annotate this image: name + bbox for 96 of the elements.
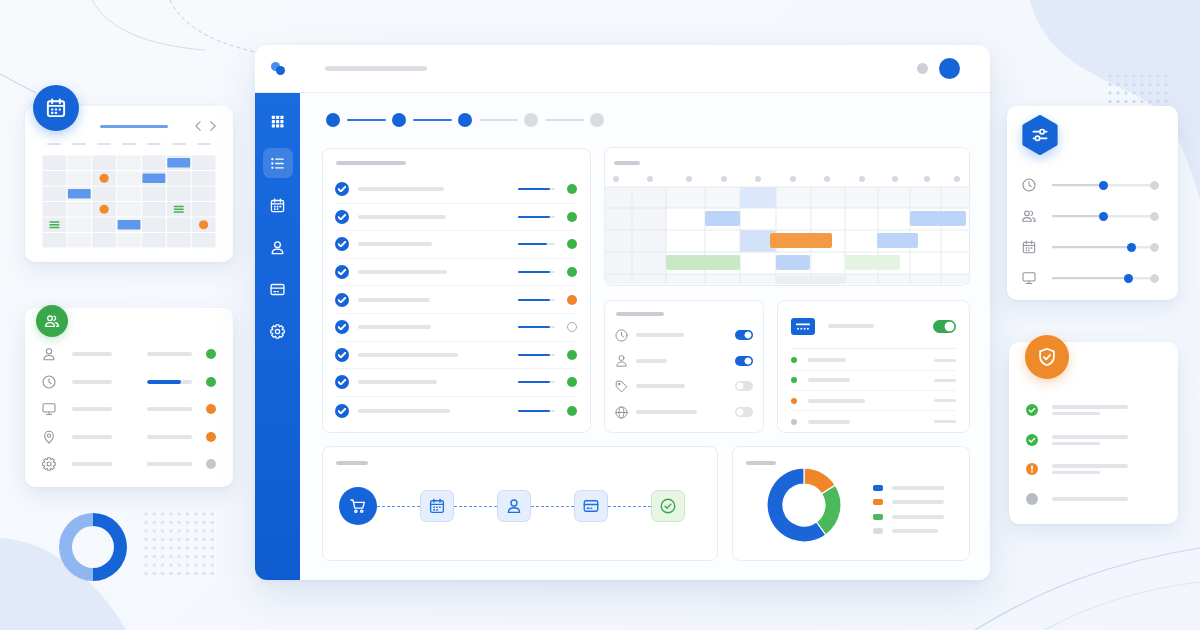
toggle-switch[interactable] (735, 355, 753, 366)
step-connector (544, 119, 584, 121)
cart-icon (339, 487, 377, 525)
dot-pattern (144, 512, 215, 576)
checkbox[interactable] (335, 265, 349, 280)
placeholder-line (746, 461, 776, 465)
placeholder-line (196, 143, 211, 145)
toggle-switch[interactable] (735, 407, 753, 418)
step-connector (478, 119, 518, 121)
slider-thumb[interactable] (1127, 242, 1137, 252)
dashed-connector (608, 505, 651, 507)
clock-icon (615, 328, 628, 342)
placeholder-line (892, 514, 944, 519)
slider-thumb[interactable] (1124, 273, 1134, 283)
checkmark-icon (338, 324, 346, 331)
checkbox[interactable] (335, 347, 349, 362)
placeholder-line (636, 384, 685, 389)
person-icon (270, 239, 285, 255)
calendar-icon (420, 490, 454, 522)
list-icon (270, 155, 285, 171)
placeholder-line (147, 434, 192, 439)
person-icon (497, 490, 531, 522)
chevron-left-icon (195, 121, 201, 131)
checkbox[interactable] (335, 375, 349, 390)
checkmark-icon (338, 213, 346, 220)
placeholder-line (636, 358, 667, 363)
dot-icon (917, 63, 928, 74)
checkmark-icon (338, 269, 346, 276)
placeholder-line (892, 529, 938, 534)
step-connector (346, 119, 386, 121)
placeholder-line (72, 379, 112, 384)
slider-thumb[interactable] (1098, 180, 1108, 190)
placeholder-line (892, 500, 944, 505)
placeholder-line (614, 161, 640, 165)
people-icon (1022, 209, 1036, 223)
placeholder-line (146, 143, 161, 145)
logo-icon (270, 62, 285, 75)
checkmark-icon (338, 186, 346, 193)
step-connector (412, 119, 452, 121)
settings-icon (270, 323, 285, 339)
placeholder-line (808, 358, 846, 363)
decorative-curve (0, 73, 37, 94)
dot-pattern (1108, 74, 1168, 104)
placeholder-line (616, 312, 664, 316)
placeholder-line (72, 434, 112, 439)
chevron-right-icon (210, 121, 216, 131)
placeholder-line (171, 143, 186, 145)
placeholder-line (808, 398, 865, 403)
dashed-connector (531, 505, 574, 507)
placeholder-line (808, 378, 850, 383)
sliders-icon (1020, 115, 1060, 155)
placeholder-line (336, 461, 368, 465)
grid-icon (270, 113, 285, 129)
checkbox[interactable] (335, 292, 349, 307)
checkmark-icon (338, 351, 346, 358)
placeholder-line (336, 161, 406, 165)
calendar-icon (270, 197, 285, 213)
card-icon (791, 317, 815, 335)
toggle-switch[interactable] (933, 319, 956, 333)
location-pin-icon (42, 429, 56, 444)
monitor-icon (42, 402, 56, 416)
placeholder-line (636, 410, 697, 415)
placeholder-line (72, 143, 87, 145)
tag-icon (615, 379, 628, 393)
monitor-icon (1022, 271, 1036, 285)
checkbox[interactable] (335, 182, 349, 197)
checkmark-icon (338, 241, 346, 248)
checkmark-icon (338, 407, 346, 414)
placeholder-line (100, 124, 168, 128)
clock-icon (42, 374, 56, 389)
checkbox[interactable] (335, 403, 349, 418)
card-icon (574, 490, 608, 522)
donut-chart (59, 513, 127, 581)
checkmark-icon (338, 296, 346, 303)
nav-item[interactable] (262, 148, 293, 178)
checkbox[interactable] (335, 237, 349, 252)
calendar-icon (1022, 240, 1036, 254)
avatar[interactable] (939, 58, 960, 79)
toggle-switch[interactable] (735, 381, 753, 392)
slider-thumb[interactable] (1098, 211, 1108, 221)
placeholder-line (97, 143, 112, 145)
toggle-switch[interactable] (735, 330, 753, 340)
placeholder-line (808, 419, 850, 424)
gear-icon (42, 457, 56, 471)
placeholder-line (358, 297, 430, 302)
person-icon (42, 347, 56, 361)
person-icon (615, 354, 628, 368)
checkbox[interactable] (335, 320, 349, 335)
dashed-connector (377, 505, 420, 507)
dashed-connector (454, 505, 497, 507)
checkmark-icon (338, 379, 346, 386)
checkbox[interactable] (335, 209, 349, 224)
clock-icon (1022, 178, 1036, 192)
globe-icon (615, 405, 628, 419)
placeholder-line (122, 143, 136, 145)
card-icon (270, 281, 285, 297)
